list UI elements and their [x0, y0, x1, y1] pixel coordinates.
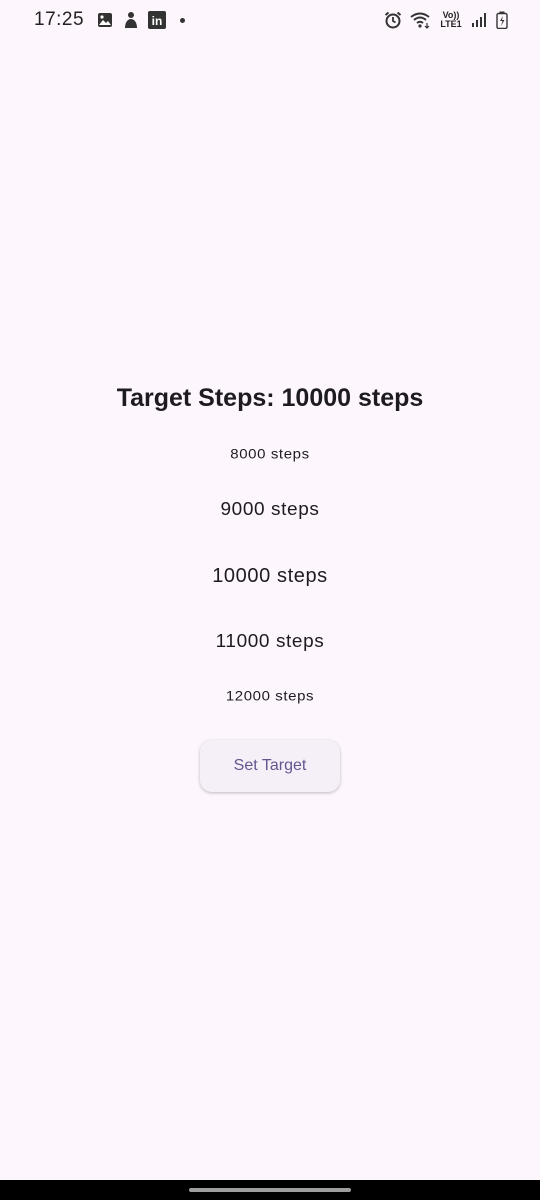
notification-dot-icon: [180, 17, 186, 23]
picker-item-12000[interactable]: 12000 steps: [0, 676, 540, 717]
wifi-icon: [410, 11, 432, 29]
target-steps-title: Target Steps: 10000 steps: [116, 384, 424, 412]
steps-picker-wheel[interactable]: 8000 steps 9000 steps 10000 steps 11000 …: [0, 432, 540, 720]
status-bar-right: Vo)) LTE1: [384, 11, 508, 29]
set-target-button[interactable]: Set Target: [200, 740, 340, 792]
alarm-icon: [384, 11, 402, 29]
volte-label-bottom: LTE1: [440, 19, 462, 29]
gesture-handle[interactable]: [189, 1188, 351, 1192]
screen: 17:25 in Vo)) LTE1 Target Steps: 10000 s…: [0, 0, 540, 1200]
set-target-button-label: Set Target: [233, 757, 307, 774]
picker-item-11000[interactable]: 11000 steps: [0, 611, 540, 672]
linkedin-icon-label: in: [152, 14, 163, 28]
person-icon: [122, 11, 140, 29]
navigation-bar: [0, 1180, 540, 1200]
status-bar-left: 17:25 in: [34, 9, 186, 31]
signal-icon: [470, 11, 488, 29]
linkedin-icon: in: [148, 11, 167, 29]
status-time: 17:25: [34, 9, 85, 30]
battery-icon: [496, 11, 508, 29]
picker-item-9000[interactable]: 9000 steps: [0, 479, 540, 540]
volte-icon: Vo)) LTE1: [440, 11, 462, 29]
picker-item-10000-selected[interactable]: 10000 steps: [0, 542, 540, 610]
status-bar: 17:25 in Vo)) LTE1: [0, 0, 540, 40]
picker-item-8000[interactable]: 8000 steps: [0, 434, 540, 475]
gallery-icon: [96, 11, 114, 29]
